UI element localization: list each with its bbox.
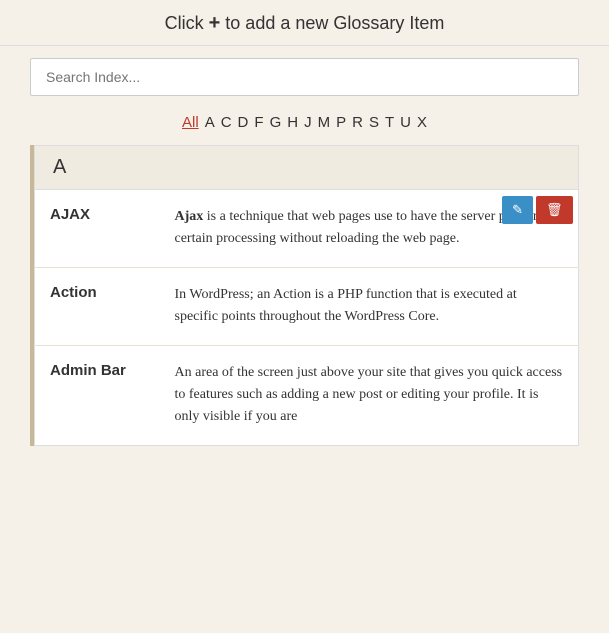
page-container: Click + to add a new Glossary Item All A…: [0, 0, 609, 446]
header-section: Click + to add a new Glossary Item: [0, 0, 609, 46]
alpha-f[interactable]: F: [254, 114, 263, 131]
term-adminbar: Admin Bar: [35, 345, 165, 445]
alpha-d[interactable]: D: [238, 114, 249, 131]
alpha-a[interactable]: A: [205, 114, 215, 131]
letter-header-a: A: [34, 145, 579, 190]
alpha-r[interactable]: R: [352, 114, 363, 131]
table-row: Action In WordPress; an Action is a PHP …: [35, 267, 579, 345]
alpha-t[interactable]: T: [385, 114, 394, 131]
alphabet-nav: All A C D F G H J M P R S T U X: [0, 108, 609, 145]
glossary-section: A AJAX ✎ 🗑 Ajax is a technique that web …: [30, 145, 579, 446]
definition-ajax: ✎ 🗑 Ajax is a technique that web pages u…: [165, 190, 579, 267]
definition-ajax-rest: is a technique that web pages use to hav…: [175, 209, 544, 246]
term-action: Action: [35, 267, 165, 345]
definition-ajax-bold: Ajax: [175, 209, 204, 224]
alpha-j[interactable]: J: [304, 114, 312, 131]
alpha-p[interactable]: P: [336, 114, 346, 131]
alpha-c[interactable]: C: [221, 114, 232, 131]
definition-adminbar: An area of the screen just above your si…: [165, 345, 579, 445]
definition-action: In WordPress; an Action is a PHP functio…: [165, 267, 579, 345]
action-buttons-ajax: ✎ 🗑: [502, 196, 572, 224]
definition-action-text: In WordPress; an Action is a PHP functio…: [175, 287, 517, 324]
alpha-s[interactable]: S: [369, 114, 379, 131]
alpha-x[interactable]: X: [417, 114, 427, 131]
glossary-table: AJAX ✎ 🗑 Ajax is a technique that web pa…: [34, 190, 579, 446]
alpha-m[interactable]: M: [318, 114, 331, 131]
alpha-g[interactable]: G: [270, 114, 282, 131]
delete-button-ajax[interactable]: 🗑: [536, 196, 573, 224]
search-input[interactable]: [30, 58, 579, 96]
term-ajax: AJAX: [35, 190, 165, 267]
alpha-all[interactable]: All: [182, 114, 199, 131]
page-title: Click + to add a new Glossary Item: [20, 12, 589, 35]
alpha-u[interactable]: U: [400, 114, 411, 131]
plus-icon: +: [209, 12, 221, 34]
definition-adminbar-text: An area of the screen just above your si…: [175, 365, 563, 425]
alpha-h[interactable]: H: [287, 114, 298, 131]
edit-button-ajax[interactable]: ✎: [502, 196, 533, 224]
search-section: [0, 46, 609, 108]
table-row: Admin Bar An area of the screen just abo…: [35, 345, 579, 445]
table-row: AJAX ✎ 🗑 Ajax is a technique that web pa…: [35, 190, 579, 267]
